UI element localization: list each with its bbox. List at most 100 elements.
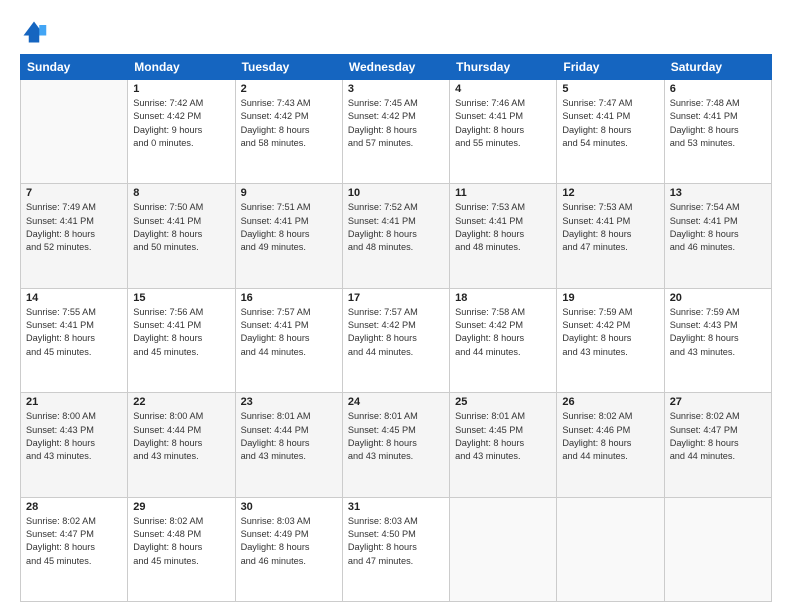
calendar-week-2: 7Sunrise: 7:49 AM Sunset: 4:41 PM Daylig… [21,184,772,288]
calendar-week-4: 21 Sunrise: 8:00 AM Sunset: 4:43 PM Dayli… [21,393,772,497]
day-info: Sunrise: 8:02 AM Sunset: 4:47 PM Dayligh… [26,515,122,568]
day-info: Sunrise: 7:53 AM Sunset: 4:41 PM Dayligh… [455,201,551,254]
day-number: 14 [26,292,122,304]
calendar-week-1: 1Sunrise: 7:42 AM Sunset: 4:42 PM Daylig… [21,80,772,184]
calendar-cell: 6Sunrise: 7:48 AM Sunset: 4:41 PM Daylig… [664,80,771,184]
calendar-cell: 1Sunrise: 7:42 AM Sunset: 4:42 PM Daylig… [128,80,235,184]
calendar-cell: 4Sunrise: 7:46 AM Sunset: 4:41 PM Daylig… [450,80,557,184]
day-number: 17 [348,292,444,304]
day-number: 31 [348,501,444,513]
calendar-cell [664,497,771,601]
day-info: Sunrise: 8:02 AM Sunset: 4:47 PM Dayligh… [670,410,766,463]
day-number: 15 [133,292,229,304]
calendar-cell: 24Sunrise: 8:01 AM Sunset: 4:45 PM Dayli… [342,393,449,497]
calendar-cell: 30 Sunrise: 8:03 AM Sunset: 4:49 PM Dayli… [235,497,342,601]
day-info: Sunrise: 7:57 AM Sunset: 4:42 PM Dayligh… [348,306,444,359]
day-info: Sunrise: 7:58 AM Sunset: 4:42 PM Dayligh… [455,306,551,359]
calendar-cell: 29 Sunrise: 8:02 AM Sunset: 4:48 PM Dayli… [128,497,235,601]
calendar-cell: 15 Sunrise: 7:56 AM Sunset: 4:41 PM Dayli… [128,288,235,392]
calendar-cell: 5 Sunrise: 7:47 AM Sunset: 4:41 PM Daylig… [557,80,664,184]
calendar-cell: 31 Sunrise: 8:03 AM Sunset: 4:50 PM Dayli… [342,497,449,601]
day-number: 18 [455,292,551,304]
day-info: Sunrise: 8:02 AM Sunset: 4:46 PM Dayligh… [562,410,658,463]
calendar-cell: 23 Sunrise: 8:01 AM Sunset: 4:44 PM Dayli… [235,393,342,497]
day-info: Sunrise: 7:57 AM Sunset: 4:41 PM Dayligh… [241,306,337,359]
day-number: 23 [241,396,337,408]
calendar-cell: 2Sunrise: 7:43 AM Sunset: 4:42 PM Daylig… [235,80,342,184]
calendar: SundayMondayTuesdayWednesdayThursdayFrid… [20,54,772,602]
header [20,18,772,46]
day-number: 13 [670,187,766,199]
day-number: 24 [348,396,444,408]
day-info: Sunrise: 8:00 AM Sunset: 4:44 PM Dayligh… [133,410,229,463]
day-number: 16 [241,292,337,304]
day-info: Sunrise: 7:59 AM Sunset: 4:42 PM Dayligh… [562,306,658,359]
weekday-tuesday: Tuesday [235,55,342,80]
day-info: Sunrise: 7:59 AM Sunset: 4:43 PM Dayligh… [670,306,766,359]
day-number: 22 [133,396,229,408]
weekday-header-row: SundayMondayTuesdayWednesdayThursdayFrid… [21,55,772,80]
weekday-sunday: Sunday [21,55,128,80]
calendar-cell: 20Sunrise: 7:59 AM Sunset: 4:43 PM Dayli… [664,288,771,392]
day-number: 10 [348,187,444,199]
page: SundayMondayTuesdayWednesdayThursdayFrid… [0,0,792,612]
logo-icon [20,18,48,46]
calendar-cell: 19Sunrise: 7:59 AM Sunset: 4:42 PM Dayli… [557,288,664,392]
weekday-friday: Friday [557,55,664,80]
day-info: Sunrise: 7:45 AM Sunset: 4:42 PM Dayligh… [348,97,444,150]
day-number: 29 [133,501,229,513]
calendar-cell [450,497,557,601]
calendar-week-5: 28 Sunrise: 8:02 AM Sunset: 4:47 PM Dayli… [21,497,772,601]
calendar-cell: 25 Sunrise: 8:01 AM Sunset: 4:45 PM Dayli… [450,393,557,497]
weekday-wednesday: Wednesday [342,55,449,80]
calendar-cell: 9 Sunrise: 7:51 AM Sunset: 4:41 PM Daylig… [235,184,342,288]
calendar-cell: 12Sunrise: 7:53 AM Sunset: 4:41 PM Dayli… [557,184,664,288]
calendar-cell: 16 Sunrise: 7:57 AM Sunset: 4:41 PM Dayli… [235,288,342,392]
calendar-cell [21,80,128,184]
calendar-cell: 3Sunrise: 7:45 AM Sunset: 4:42 PM Daylig… [342,80,449,184]
weekday-monday: Monday [128,55,235,80]
day-number: 7 [26,187,122,199]
day-number: 28 [26,501,122,513]
day-info: Sunrise: 8:02 AM Sunset: 4:48 PM Dayligh… [133,515,229,568]
day-number: 25 [455,396,551,408]
day-info: Sunrise: 7:47 AM Sunset: 4:41 PM Dayligh… [562,97,658,150]
day-number: 11 [455,187,551,199]
calendar-cell [557,497,664,601]
day-info: Sunrise: 7:42 AM Sunset: 4:42 PM Dayligh… [133,97,229,150]
day-info: Sunrise: 8:03 AM Sunset: 4:49 PM Dayligh… [241,515,337,568]
calendar-cell: 17 Sunrise: 7:57 AM Sunset: 4:42 PM Dayli… [342,288,449,392]
day-number: 8 [133,187,229,199]
calendar-cell: 18 Sunrise: 7:58 AM Sunset: 4:42 PM Dayli… [450,288,557,392]
day-number: 26 [562,396,658,408]
calendar-cell: 13 Sunrise: 7:54 AM Sunset: 4:41 PM Dayli… [664,184,771,288]
weekday-saturday: Saturday [664,55,771,80]
day-number: 9 [241,187,337,199]
day-number: 21 [26,396,122,408]
calendar-week-3: 14 Sunrise: 7:55 AM Sunset: 4:41 PM Dayli… [21,288,772,392]
day-info: Sunrise: 8:01 AM Sunset: 4:44 PM Dayligh… [241,410,337,463]
day-info: Sunrise: 8:00 AM Sunset: 4:43 PM Dayligh… [26,410,122,463]
day-info: Sunrise: 7:56 AM Sunset: 4:41 PM Dayligh… [133,306,229,359]
day-info: Sunrise: 8:03 AM Sunset: 4:50 PM Dayligh… [348,515,444,568]
calendar-cell: 10 Sunrise: 7:52 AM Sunset: 4:41 PM Dayli… [342,184,449,288]
day-number: 6 [670,83,766,95]
day-number: 27 [670,396,766,408]
day-info: Sunrise: 7:50 AM Sunset: 4:41 PM Dayligh… [133,201,229,254]
day-info: Sunrise: 7:43 AM Sunset: 4:42 PM Dayligh… [241,97,337,150]
calendar-cell: 8 Sunrise: 7:50 AM Sunset: 4:41 PM Daylig… [128,184,235,288]
day-info: Sunrise: 8:01 AM Sunset: 4:45 PM Dayligh… [455,410,551,463]
logo [20,18,52,46]
day-info: Sunrise: 7:54 AM Sunset: 4:41 PM Dayligh… [670,201,766,254]
day-number: 30 [241,501,337,513]
calendar-cell: 14 Sunrise: 7:55 AM Sunset: 4:41 PM Dayli… [21,288,128,392]
day-info: Sunrise: 7:46 AM Sunset: 4:41 PM Dayligh… [455,97,551,150]
day-info: Sunrise: 7:53 AM Sunset: 4:41 PM Dayligh… [562,201,658,254]
calendar-cell: 26 Sunrise: 8:02 AM Sunset: 4:46 PM Dayli… [557,393,664,497]
day-info: Sunrise: 7:51 AM Sunset: 4:41 PM Dayligh… [241,201,337,254]
day-number: 5 [562,83,658,95]
day-info: Sunrise: 7:55 AM Sunset: 4:41 PM Dayligh… [26,306,122,359]
day-info: Sunrise: 7:52 AM Sunset: 4:41 PM Dayligh… [348,201,444,254]
calendar-cell: 22 Sunrise: 8:00 AM Sunset: 4:44 PM Dayli… [128,393,235,497]
calendar-cell: 7Sunrise: 7:49 AM Sunset: 4:41 PM Daylig… [21,184,128,288]
